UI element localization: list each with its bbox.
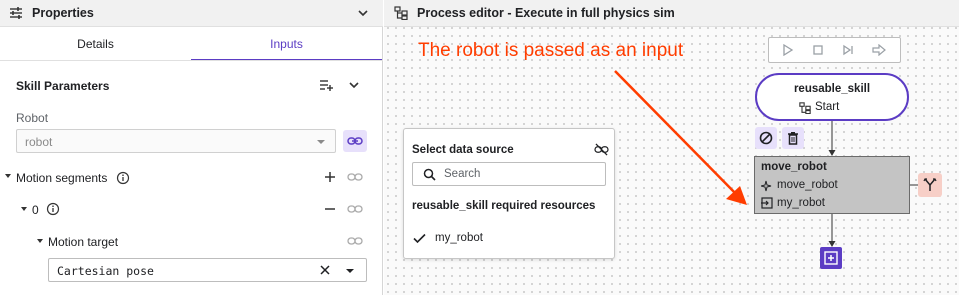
block-icon bbox=[759, 131, 773, 145]
move-node-skill: move_robot bbox=[777, 179, 838, 191]
skip-arrow-icon[interactable] bbox=[872, 44, 886, 56]
trash-icon bbox=[788, 132, 798, 145]
motion-segments-label: Motion segments bbox=[16, 171, 108, 185]
add-box-icon bbox=[824, 251, 838, 265]
robot-label: Robot bbox=[16, 111, 49, 125]
process-tree-icon bbox=[799, 102, 811, 114]
link-icon[interactable] bbox=[347, 202, 363, 216]
link-input-button[interactable] bbox=[343, 130, 367, 152]
start-node-name: reusable_skill bbox=[793, 83, 871, 95]
start-node[interactable]: reusable_skill Start bbox=[755, 73, 909, 121]
process-tree-icon bbox=[394, 6, 408, 20]
robot-select-value: robot bbox=[25, 135, 53, 149]
step-icon[interactable] bbox=[842, 44, 854, 56]
playback-controls bbox=[768, 37, 901, 63]
expand-triangle-icon[interactable] bbox=[35, 236, 45, 246]
check-icon bbox=[413, 233, 426, 244]
search-icon bbox=[423, 168, 436, 181]
link-icon[interactable] bbox=[347, 234, 363, 248]
delete-node-button[interactable] bbox=[782, 127, 804, 149]
info-icon[interactable] bbox=[46, 202, 60, 216]
tabs-divider bbox=[0, 60, 383, 61]
editor-header: Process editor - Execute in full physics… bbox=[384, 0, 959, 27]
fork-icon bbox=[923, 178, 937, 191]
playlist-add-icon[interactable] bbox=[319, 78, 333, 92]
tab-details[interactable]: Details bbox=[0, 28, 191, 61]
motion-target-label: Motion target bbox=[48, 235, 119, 249]
properties-panel: Properties Details Inputs Skill Paramete… bbox=[0, 0, 383, 295]
dropdown-arrow-icon bbox=[317, 140, 325, 144]
popup-title: Select data source bbox=[412, 144, 514, 156]
dropdown-arrow-icon[interactable] bbox=[346, 269, 354, 273]
link-icon[interactable] bbox=[347, 170, 363, 184]
expand-triangle-icon[interactable] bbox=[19, 204, 29, 214]
input-icon bbox=[761, 197, 773, 209]
search-input[interactable]: Search bbox=[412, 162, 606, 186]
popup-list-item[interactable]: my_robot bbox=[435, 232, 483, 244]
annotation-arrow bbox=[614, 70, 742, 200]
annotation-text: The robot is passed as an input bbox=[418, 40, 684, 61]
tune-icon bbox=[10, 7, 22, 19]
clear-icon[interactable] bbox=[319, 264, 331, 276]
tab-inputs[interactable]: Inputs bbox=[191, 28, 382, 61]
disable-node-button[interactable] bbox=[755, 127, 777, 149]
info-icon[interactable] bbox=[116, 171, 130, 185]
move-node-resource: my_robot bbox=[777, 197, 825, 209]
start-node-sub: Start bbox=[815, 101, 840, 113]
motion-target-value: Cartesian pose bbox=[57, 264, 154, 278]
remove-icon[interactable] bbox=[323, 202, 337, 216]
link-off-icon[interactable] bbox=[594, 143, 609, 156]
sparkle-icon bbox=[761, 180, 772, 192]
properties-title: Properties bbox=[32, 6, 94, 20]
play-icon[interactable] bbox=[782, 44, 794, 56]
branch-button[interactable] bbox=[918, 173, 942, 197]
stop-icon[interactable] bbox=[812, 44, 824, 56]
popup-section-heading: reusable_skill required resources bbox=[412, 200, 596, 212]
add-node-button[interactable] bbox=[820, 247, 842, 269]
move-robot-node[interactable]: move_robot move_robot my_robot bbox=[754, 156, 910, 214]
chevron-down-icon[interactable] bbox=[347, 78, 361, 92]
expand-triangle-icon[interactable] bbox=[3, 171, 13, 181]
properties-header: Properties bbox=[0, 0, 383, 27]
editor-title: Process editor - Execute in full physics… bbox=[417, 6, 675, 20]
collapse-chevron-icon[interactable] bbox=[356, 6, 370, 20]
link-icon bbox=[347, 137, 363, 145]
move-node-name: move_robot bbox=[761, 161, 827, 173]
search-placeholder: Search bbox=[444, 168, 481, 180]
add-icon[interactable] bbox=[323, 170, 337, 184]
segment-index-label: 0 bbox=[32, 203, 39, 217]
data-source-popup: Select data source Search reusable_skill… bbox=[403, 128, 615, 259]
robot-select[interactable]: robot bbox=[16, 129, 336, 153]
skill-parameters-heading: Skill Parameters bbox=[16, 79, 110, 93]
motion-target-select[interactable]: Cartesian pose bbox=[48, 258, 367, 282]
